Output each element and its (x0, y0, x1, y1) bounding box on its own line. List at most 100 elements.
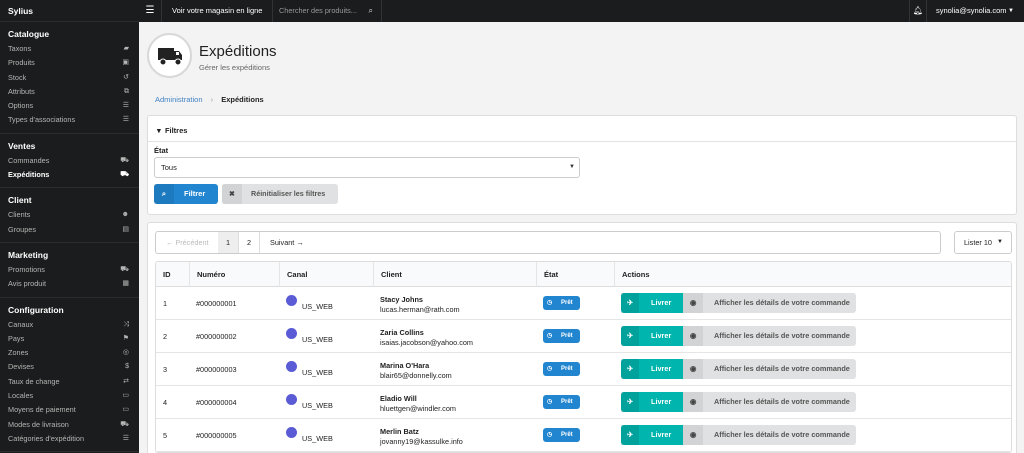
search-placeholder: Chercher des produits... (279, 6, 357, 15)
customer-name: Merlin Batz (380, 427, 419, 436)
sidebar-item[interactable]: Canaux ⤨ (0, 318, 139, 332)
search-input[interactable]: Chercher des produits... ⌕ (270, 0, 382, 22)
sidebar-item-label: Canaux (8, 319, 34, 329)
sidebar-item[interactable]: Attributs ⧉ (0, 85, 139, 99)
ship-button-label: Livrer (651, 430, 672, 439)
ship-button[interactable]: ✈ Livrer (621, 326, 683, 346)
state-filter-select[interactable]: Tous ▼ (154, 157, 580, 178)
pagination-next[interactable]: Suivant → (260, 232, 314, 253)
column-header-customer: Client (373, 262, 536, 287)
sidebar-item-label: Stock (8, 72, 27, 82)
sidebar-item[interactable]: Produits ▣ (0, 56, 139, 70)
cell-actions: ✈ Livrer ◉ Afficher les détails de votre co… (614, 353, 1011, 386)
cell-number: #000000004 (196, 398, 237, 407)
sidebar-item-label: Taux de change (8, 376, 60, 386)
pagination-page-1[interactable]: 1 (218, 232, 239, 253)
sidebar-item[interactable]: Commandes ⛟ (0, 154, 139, 168)
channel-color-swatch (286, 361, 297, 372)
sidebar-item[interactable]: Modes de livraison ⛟ (0, 418, 139, 432)
order-details-button[interactable]: ◉ Afficher les détails de votre commande (683, 326, 856, 346)
sidebar-item[interactable]: Expéditions ⛟ (0, 168, 139, 182)
close-icon: ✖ (222, 184, 242, 204)
ship-button[interactable]: ✈ Livrer (621, 425, 683, 445)
search-icon: ⌕ (154, 184, 174, 204)
reset-filters-button[interactable]: ✖ Réinitialiser les filtres (222, 184, 338, 204)
menu-toggle-icon[interactable]: ☰ (139, 0, 162, 22)
sidebar-item[interactable]: Catégories d'expédition ☰ (0, 432, 139, 446)
column-header-id[interactable]: ID (156, 262, 189, 287)
sidebar-item-label: Avis produit (8, 279, 46, 289)
sidebar-item[interactable]: Stock ↺ (0, 71, 139, 85)
chevron-right-icon: › (210, 95, 214, 104)
shipments-table: ID Numéro Canal Client État Actions 1 #00… (155, 261, 1012, 453)
filters-toggle-label: Filtres (164, 126, 188, 135)
pagination-page-2[interactable]: 2 (239, 232, 260, 253)
customer-name: Marina O'Hara (380, 361, 430, 370)
search-icon[interactable]: ⌕ (369, 0, 373, 22)
cell-state: ◷ Prêt (536, 419, 614, 452)
channel-name: US_WEB (302, 434, 333, 443)
sidebar-item[interactable]: Pays ⚑ (0, 332, 139, 346)
divider (148, 141, 1016, 142)
cell-state: ◷ Prêt (536, 353, 614, 386)
sidebar-item[interactable]: Moyens de paiement ▭ (0, 403, 139, 417)
column-header-channel: Canal (279, 262, 373, 287)
sidebar-item[interactable]: Taxons ▰ (0, 42, 139, 56)
history-icon: ↺ (123, 73, 129, 81)
sidebar-item[interactable]: Options ☰ (0, 99, 139, 113)
sidebar-section-catalogue: Catalogue Taxons ▰ Produits ▣ Stock ↺ Attributs… (0, 22, 139, 134)
user-menu[interactable]: synolia@synolia.com ▼ (927, 0, 1024, 22)
status-badge: ◷ Prêt (543, 296, 580, 310)
sidebar-item[interactable]: Devises $ (0, 360, 139, 374)
filter-button[interactable]: ⌕ Filtrer (154, 184, 218, 204)
brand-logo[interactable]: Sylius (0, 0, 139, 22)
clock-icon: ◷ (547, 432, 553, 438)
channel-name: US_WEB (302, 368, 333, 377)
per-page-dropdown[interactable]: Lister 10 ▼ (954, 231, 1012, 254)
sidebar-item-label: Taxons (8, 44, 32, 53)
sidebar-item[interactable]: Locales ▭ (0, 389, 139, 403)
column-header-number[interactable]: Numéro (189, 262, 279, 287)
cell-actions: ✈ Livrer ◉ Afficher les détails de votre co… (614, 287, 1011, 320)
sidebar-item[interactable]: Promotions ⛟ (0, 263, 139, 277)
column-header-state[interactable]: État (536, 262, 614, 287)
ship-button[interactable]: ✈ Livrer (621, 293, 683, 313)
sidebar: Sylius Catalogue Taxons ▰ Produits ▣ Stock ↺ At… (0, 0, 139, 453)
sidebar-item[interactable]: Types d'associations ☰ (0, 113, 139, 127)
pagination-previous[interactable]: ← Précédent (156, 232, 220, 253)
sidebar-item[interactable]: Taux de change ⇄ (0, 375, 139, 389)
table-row: 5 #000000005 US_WEB Merlin Batz jovanny19@ka… (156, 419, 1011, 452)
status-badge: ◷ Prêt (543, 329, 580, 343)
channel-name: US_WEB (302, 401, 333, 410)
customer-email: lucas.herman@rath.com (380, 305, 460, 314)
ship-button[interactable]: ✈ Livrer (621, 392, 683, 412)
sidebar-item[interactable]: Zones ◎ (0, 346, 139, 360)
breadcrumb-root-link[interactable]: Administration (155, 95, 203, 104)
shipping-icon: ⛟ (120, 420, 129, 428)
notification-bell-icon[interactable]: 🔔︎ (909, 0, 927, 22)
ship-button[interactable]: ✈ Livrer (621, 359, 683, 379)
cell-channel: US_WEB (279, 287, 373, 320)
order-details-label: Afficher les détails de votre commande (714, 331, 850, 340)
sidebar-section-title: Marketing (8, 249, 49, 260)
truck-icon: ⛟ (120, 171, 129, 179)
order-details-button[interactable]: ◉ Afficher les détails de votre commande (683, 293, 856, 313)
random-icon: ⤨ (123, 320, 129, 328)
sidebar-item[interactable]: Avis produit ▦ (0, 277, 139, 291)
sidebar-item[interactable]: Groupes ▤ (0, 223, 139, 237)
order-details-button[interactable]: ◉ Afficher les détails de votre commande (683, 359, 856, 379)
sidebar-section-title: Client (8, 195, 32, 206)
order-details-button[interactable]: ◉ Afficher les détails de votre commande (683, 425, 856, 445)
filters-toggle[interactable]: ▾ Filtres (157, 126, 187, 135)
cell-number: #000000005 (196, 431, 237, 440)
clock-icon: ◷ (547, 366, 553, 372)
archive-icon: ▤ (122, 225, 129, 233)
view-store-link[interactable]: Voir votre magasin en ligne (162, 0, 274, 22)
order-details-button[interactable]: ◉ Afficher les détails de votre commande (683, 392, 856, 412)
dollar-icon: $ (125, 363, 129, 371)
sidebar-item-label: Clients (8, 210, 31, 220)
channel-name: US_WEB (302, 302, 333, 311)
cart-promo-icon: ⛟ (120, 265, 129, 273)
sidebar-item[interactable]: Clients ☻ (0, 208, 139, 222)
select-caret-icon: ▼ (569, 164, 575, 170)
